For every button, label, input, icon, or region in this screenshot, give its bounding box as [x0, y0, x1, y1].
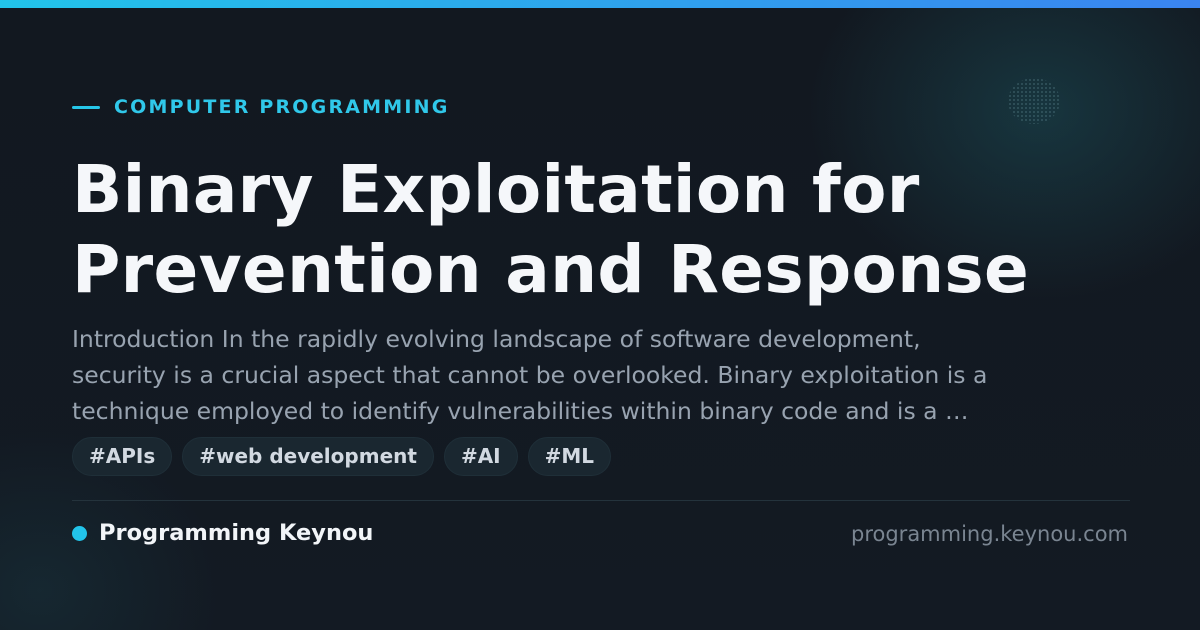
- title-line: Prevention and Response: [72, 231, 1030, 308]
- tag-ai[interactable]: #AI: [443, 437, 518, 476]
- category-label: COMPUTER PROGRAMMING: [114, 96, 450, 118]
- category-row: COMPUTER PROGRAMMING: [72, 95, 450, 119]
- brand-dot-icon: [72, 525, 87, 541]
- tag-list: #APIs #web development #AI #ML: [72, 437, 621, 476]
- brand: Programming Keynou: [72, 518, 373, 548]
- dot-pattern-decoration: [1008, 78, 1060, 124]
- tag-web-development[interactable]: #web development: [182, 437, 434, 476]
- category-dash-icon: [72, 105, 100, 109]
- social-card: COMPUTER PROGRAMMING Binary Exploitation…: [0, 0, 1200, 630]
- article-excerpt: Introduction In the rapidly evolving lan…: [72, 321, 1152, 429]
- brand-name: Programming Keynou: [99, 520, 374, 546]
- site-domain[interactable]: programming.keynou.com: [851, 519, 1128, 549]
- footer-divider: [72, 500, 1130, 501]
- tag-apis[interactable]: #APIs: [72, 437, 173, 476]
- title-line: Binary Exploitation for: [72, 151, 920, 228]
- article-title: Binary Exploitation for Prevention and R…: [72, 150, 1152, 310]
- top-accent-bar: [0, 0, 1200, 8]
- tag-ml[interactable]: #ML: [527, 437, 612, 476]
- excerpt-line: technique employed to identify vulnerabi…: [72, 397, 969, 425]
- excerpt-line: Introduction In the rapidly evolving lan…: [72, 325, 921, 353]
- excerpt-line: security is a crucial aspect that cannot…: [72, 361, 988, 389]
